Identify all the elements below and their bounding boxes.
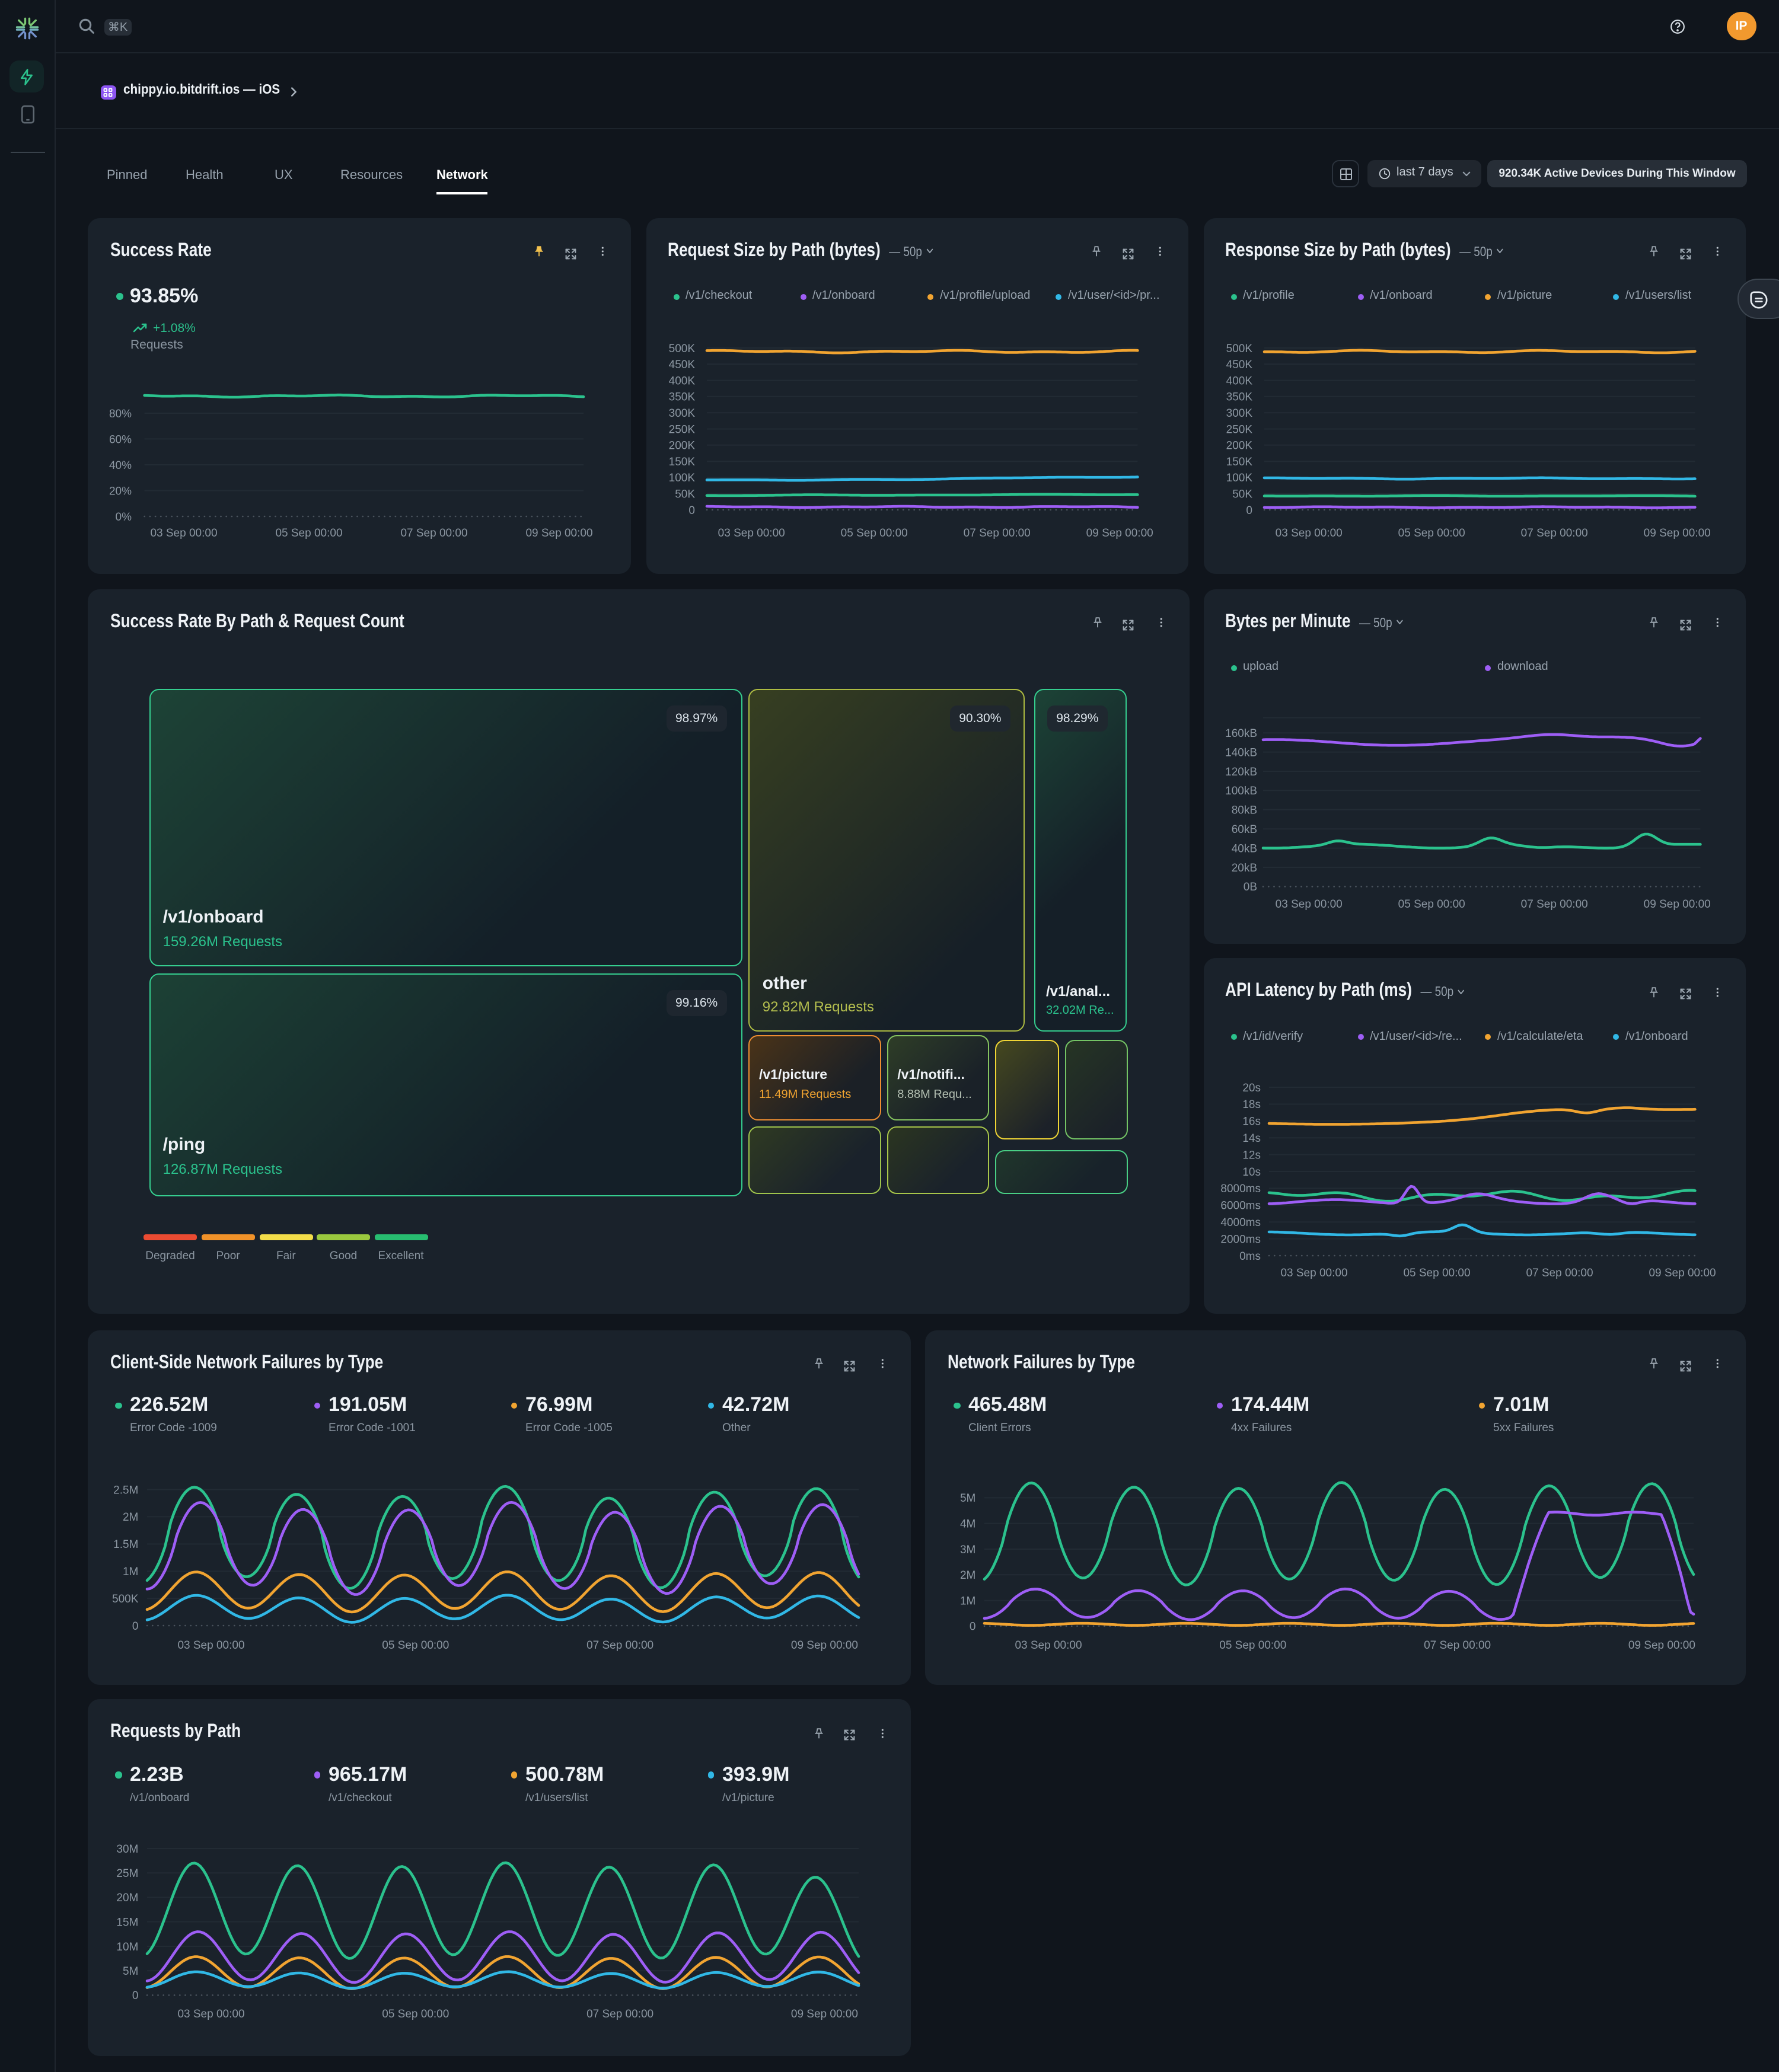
svg-text:0: 0: [970, 1620, 976, 1633]
svg-text:50K: 50K: [674, 488, 694, 500]
svg-text:500K: 500K: [112, 1592, 139, 1605]
svg-text:09 Sep 00:00: 09 Sep 00:00: [1643, 898, 1710, 910]
svg-text:100K: 100K: [668, 471, 695, 484]
svg-text:20kB: 20kB: [1231, 861, 1257, 874]
svg-text:09 Sep 00:00: 09 Sep 00:00: [791, 1639, 858, 1651]
svg-text:100K: 100K: [1226, 471, 1252, 484]
svg-text:350K: 350K: [1226, 391, 1252, 403]
svg-text:07 Sep 00:00: 07 Sep 00:00: [963, 526, 1030, 539]
svg-text:80kB: 80kB: [1231, 804, 1257, 816]
svg-text:1M: 1M: [960, 1594, 975, 1607]
svg-text:03 Sep 00:00: 03 Sep 00:00: [1275, 526, 1342, 539]
svg-text:07 Sep 00:00: 07 Sep 00:00: [586, 2008, 653, 2020]
svg-text:250K: 250K: [668, 423, 695, 435]
svg-text:30M: 30M: [116, 1843, 138, 1856]
svg-text:07 Sep 00:00: 07 Sep 00:00: [1520, 898, 1587, 910]
svg-text:400K: 400K: [1226, 374, 1252, 387]
svg-text:07 Sep 00:00: 07 Sep 00:00: [1525, 1267, 1592, 1279]
svg-text:03 Sep 00:00: 03 Sep 00:00: [177, 1639, 244, 1651]
svg-text:160kB: 160kB: [1225, 727, 1257, 739]
svg-text:07 Sep 00:00: 07 Sep 00:00: [1520, 526, 1587, 539]
svg-text:0: 0: [688, 504, 694, 516]
svg-text:2000ms: 2000ms: [1220, 1233, 1260, 1246]
svg-text:05 Sep 00:00: 05 Sep 00:00: [275, 526, 342, 539]
svg-text:16s: 16s: [1242, 1116, 1260, 1128]
svg-text:2M: 2M: [960, 1569, 975, 1581]
svg-text:10M: 10M: [116, 1941, 138, 1953]
svg-text:25M: 25M: [116, 1867, 138, 1880]
svg-text:300K: 300K: [668, 407, 695, 419]
svg-text:0: 0: [1245, 504, 1252, 516]
svg-text:200K: 200K: [668, 439, 695, 452]
svg-text:140kB: 140kB: [1225, 746, 1257, 758]
svg-text:8000ms: 8000ms: [1220, 1183, 1260, 1195]
svg-text:3M: 3M: [960, 1543, 975, 1556]
svg-text:40kB: 40kB: [1231, 842, 1257, 854]
svg-text:1.5M: 1.5M: [113, 1538, 138, 1550]
svg-text:40%: 40%: [109, 459, 132, 471]
svg-text:05 Sep 00:00: 05 Sep 00:00: [1219, 1639, 1286, 1651]
svg-text:500K: 500K: [1226, 342, 1252, 355]
svg-text:05 Sep 00:00: 05 Sep 00:00: [840, 526, 907, 539]
svg-text:09 Sep 00:00: 09 Sep 00:00: [791, 2008, 858, 2020]
svg-text:4000ms: 4000ms: [1220, 1217, 1260, 1229]
svg-text:50K: 50K: [1232, 488, 1252, 500]
svg-text:250K: 250K: [1226, 423, 1252, 435]
svg-text:2M: 2M: [123, 1511, 138, 1523]
svg-text:03 Sep 00:00: 03 Sep 00:00: [718, 526, 785, 539]
svg-text:350K: 350K: [668, 391, 695, 403]
svg-text:0%: 0%: [116, 510, 132, 523]
svg-text:15M: 15M: [116, 1916, 138, 1929]
svg-text:20M: 20M: [116, 1892, 138, 1904]
svg-text:03 Sep 00:00: 03 Sep 00:00: [1280, 1267, 1347, 1279]
svg-text:300K: 300K: [1226, 407, 1252, 419]
svg-text:09 Sep 00:00: 09 Sep 00:00: [1086, 526, 1153, 539]
svg-text:5M: 5M: [960, 1492, 975, 1504]
svg-text:07 Sep 00:00: 07 Sep 00:00: [586, 1639, 653, 1651]
svg-text:200K: 200K: [1226, 439, 1252, 452]
svg-text:60kB: 60kB: [1231, 823, 1257, 835]
svg-text:07 Sep 00:00: 07 Sep 00:00: [1424, 1639, 1491, 1651]
svg-text:03 Sep 00:00: 03 Sep 00:00: [1275, 898, 1342, 910]
svg-text:12s: 12s: [1242, 1149, 1260, 1161]
svg-text:03 Sep 00:00: 03 Sep 00:00: [150, 526, 217, 539]
svg-text:05 Sep 00:00: 05 Sep 00:00: [1398, 526, 1465, 539]
svg-text:05 Sep 00:00: 05 Sep 00:00: [382, 1639, 449, 1651]
svg-text:100kB: 100kB: [1225, 784, 1257, 797]
svg-text:20s: 20s: [1242, 1082, 1260, 1094]
svg-text:450K: 450K: [1226, 358, 1252, 371]
svg-text:09 Sep 00:00: 09 Sep 00:00: [1643, 526, 1710, 539]
svg-text:0: 0: [132, 1990, 139, 2002]
svg-text:0: 0: [132, 1620, 139, 1632]
svg-text:10s: 10s: [1242, 1166, 1260, 1179]
svg-text:150K: 150K: [1226, 455, 1252, 468]
svg-text:6000ms: 6000ms: [1220, 1200, 1260, 1212]
svg-text:500K: 500K: [668, 342, 695, 355]
svg-text:150K: 150K: [668, 455, 695, 468]
svg-text:5M: 5M: [123, 1965, 138, 1978]
svg-text:18s: 18s: [1242, 1099, 1260, 1111]
svg-text:05 Sep 00:00: 05 Sep 00:00: [1398, 898, 1465, 910]
svg-text:80%: 80%: [109, 407, 132, 420]
svg-text:60%: 60%: [109, 433, 132, 445]
svg-text:20%: 20%: [109, 484, 132, 497]
svg-text:450K: 450K: [668, 358, 695, 371]
svg-text:07 Sep 00:00: 07 Sep 00:00: [400, 526, 467, 539]
svg-text:1M: 1M: [123, 1565, 138, 1578]
svg-text:0B: 0B: [1243, 880, 1257, 893]
svg-text:03 Sep 00:00: 03 Sep 00:00: [177, 2008, 244, 2020]
svg-text:400K: 400K: [668, 374, 695, 387]
svg-text:2.5M: 2.5M: [113, 1483, 138, 1496]
svg-text:09 Sep 00:00: 09 Sep 00:00: [1628, 1639, 1695, 1651]
svg-text:0ms: 0ms: [1239, 1250, 1260, 1263]
svg-text:09 Sep 00:00: 09 Sep 00:00: [1648, 1267, 1715, 1279]
svg-text:09 Sep 00:00: 09 Sep 00:00: [525, 526, 592, 539]
svg-text:03 Sep 00:00: 03 Sep 00:00: [1015, 1639, 1082, 1651]
svg-text:120kB: 120kB: [1225, 765, 1257, 778]
svg-text:05 Sep 00:00: 05 Sep 00:00: [1402, 1267, 1469, 1279]
svg-text:4M: 4M: [960, 1517, 975, 1530]
svg-text:14s: 14s: [1242, 1132, 1260, 1145]
svg-text:05 Sep 00:00: 05 Sep 00:00: [382, 2008, 449, 2020]
